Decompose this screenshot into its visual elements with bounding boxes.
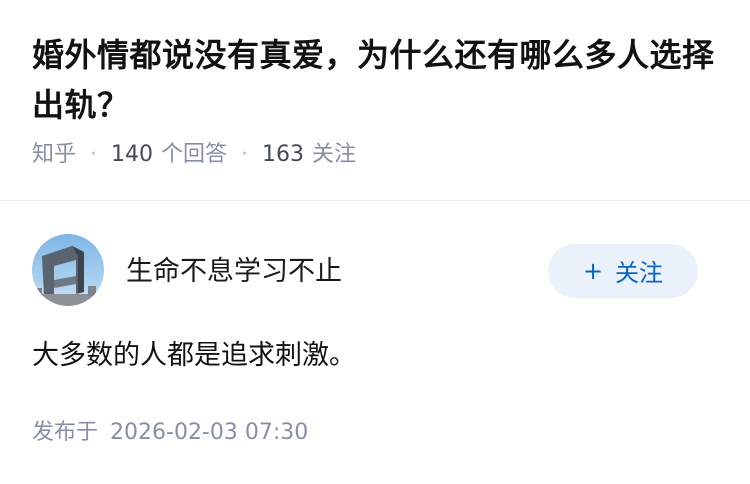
avatar-image bbox=[32, 234, 104, 306]
follower-count-label: 关注 bbox=[312, 142, 357, 167]
post-time-label: 发布于 bbox=[32, 420, 99, 445]
post-time: 发布于 2026-02-03 07:30 bbox=[32, 418, 308, 448]
question-title[interactable]: 婚外情都说没有真爱，为什么还有哪么多人选择出轨？ bbox=[32, 30, 722, 130]
question-header: 婚外情都说没有真爱，为什么还有哪么多人选择出轨？ 知乎 · 140 个回答 · … bbox=[32, 30, 722, 170]
author-row: 生命不息学习不止 + 关注 bbox=[32, 234, 698, 306]
separator-dot: · bbox=[90, 142, 98, 167]
question-meta: 知乎 · 140 个回答 · 163 关注 bbox=[32, 140, 722, 170]
follow-button-label: 关注 bbox=[615, 259, 664, 287]
plus-icon: + bbox=[582, 256, 604, 285]
follower-count: 163 bbox=[262, 142, 305, 167]
separator-dot: · bbox=[241, 142, 249, 167]
answer-content: 大多数的人都是追求刺激。 bbox=[32, 340, 356, 371]
author-name[interactable]: 生命不息学习不止 bbox=[126, 249, 342, 288]
follow-button[interactable]: + 关注 bbox=[548, 243, 698, 298]
post-timestamp: 2026-02-03 07:30 bbox=[110, 420, 309, 445]
answer-count: 140 bbox=[111, 142, 154, 167]
source-label[interactable]: 知乎 bbox=[32, 140, 76, 170]
answer-count-label: 个回答 bbox=[161, 142, 228, 167]
avatar[interactable] bbox=[32, 234, 104, 306]
divider bbox=[0, 200, 750, 201]
